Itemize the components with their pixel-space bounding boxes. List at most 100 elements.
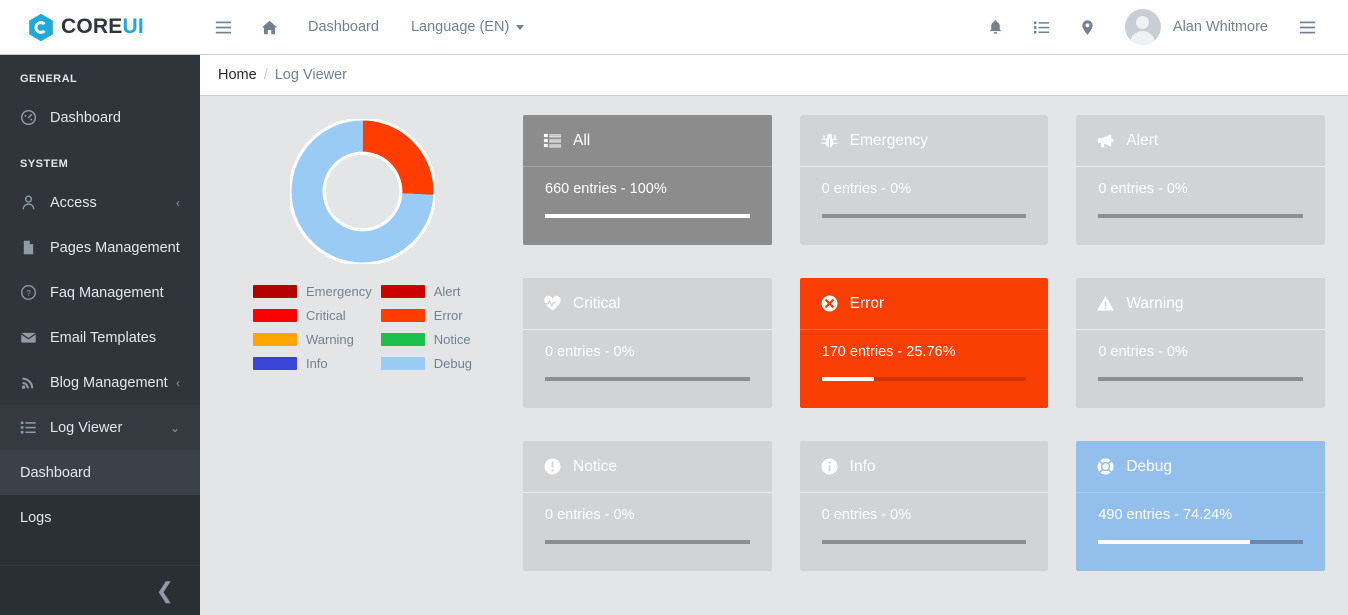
sidebar-item-dashboard[interactable]: Dashboard <box>0 95 200 140</box>
legend-swatch-debug <box>380 357 425 370</box>
card-emergency-entries: 0 entries - 0% <box>821 181 912 197</box>
card-all-label: All <box>573 131 591 149</box>
breadcrumb: Home / Log Viewer <box>200 55 1348 96</box>
card-debug-entries: 490 entries - 74.24% <box>1098 507 1233 523</box>
card-alert-label: Alert <box>1126 131 1159 149</box>
card-info-progress <box>821 540 1027 544</box>
card-info-header: Info <box>799 441 1049 493</box>
app-header: COREUI Dashboard Language (EN) Alan Whit… <box>0 0 1348 55</box>
sidebar-toggle-button[interactable] <box>200 0 246 55</box>
breadcrumb-current: Log Viewer <box>274 67 347 83</box>
brand-logo[interactable]: COREUI <box>0 0 200 55</box>
chevron-down-icon <box>516 24 525 30</box>
location-button[interactable] <box>1065 0 1111 55</box>
aside-toggle-button[interactable] <box>1284 0 1330 55</box>
nav-link-language[interactable]: Language (EN) <box>395 0 540 55</box>
card-warning-entries: 0 entries - 0% <box>1098 344 1188 360</box>
card-critical-header: Critical <box>523 278 772 330</box>
card-critical[interactable]: Critical 0 entries - 0% <box>523 278 772 408</box>
speedometer-icon <box>20 109 38 126</box>
card-debug[interactable]: Debug 490 entries - 74.24% <box>1076 441 1325 571</box>
legend-swatch-error <box>380 309 425 322</box>
sidebar: GENERAL Dashboard SYSTEM Access ‹ Pages … <box>0 55 200 615</box>
user-icon <box>20 194 38 211</box>
card-emergency-label: Emergency <box>849 131 929 149</box>
legend-swatch-warning <box>252 333 297 346</box>
sidebar-subitem-dashboard[interactable]: Dashboard <box>0 450 200 495</box>
envelope-icon <box>20 329 38 346</box>
card-notice[interactable]: Notice 0 entries - 0% <box>523 441 772 571</box>
exclamation-circle-icon <box>543 457 562 476</box>
sidebar-item-email-templates[interactable]: Email Templates <box>0 315 200 360</box>
page-content: Emergency Alert Critical Error Warning N… <box>200 96 1348 615</box>
card-error[interactable]: Error 170 entries - 25.76% <box>799 278 1049 408</box>
sidebar-minimizer-button[interactable]: ❮ <box>0 565 200 615</box>
card-info[interactable]: Info 0 entries - 0% <box>799 441 1049 571</box>
chevron-left-icon: ‹ <box>176 195 180 210</box>
avatar-head-shape <box>1136 16 1150 29</box>
card-all[interactable]: All 660 entries - 100% <box>523 115 772 245</box>
sidebar-item-log-viewer[interactable]: Log Viewer ⌄ <box>0 405 200 450</box>
chart-legend: Emergency Alert Critical Error Warning N… <box>252 284 472 371</box>
chevron-down-icon: ⌄ <box>169 420 180 435</box>
info-circle-icon <box>820 457 839 476</box>
log-level-cards-grid: All 660 entries - 100% Emergency 0 entri… <box>510 111 1333 600</box>
card-emergency[interactable]: Emergency 0 entries - 0% <box>799 115 1049 245</box>
sidebar-subitem-logs-label: Logs <box>20 509 52 526</box>
card-error-progress-bar <box>821 377 875 381</box>
card-alert-progress <box>1098 214 1303 218</box>
card-emergency-body: 0 entries - 0% <box>800 167 1049 245</box>
sidebar-item-blog-management-label: Blog Management <box>50 374 168 391</box>
legend-label-warning: Warning <box>305 332 354 347</box>
card-all-header: All <box>523 115 772 167</box>
sidebar-subitem-logs[interactable]: Logs <box>0 495 200 540</box>
card-alert-header: Alert <box>1076 115 1325 167</box>
log-levels-chart-panel: Emergency Alert Critical Error Warning N… <box>215 111 510 600</box>
notifications-button[interactable] <box>973 0 1019 55</box>
brand-name-core: CORE <box>61 15 123 38</box>
legend-swatch-critical <box>252 309 297 322</box>
card-error-entries: 170 entries - 25.76% <box>821 344 956 360</box>
sidebar-item-access-label: Access <box>50 194 97 211</box>
avatar[interactable] <box>1124 9 1161 45</box>
legend-label-alert: Alert <box>433 284 461 299</box>
sidebar-submenu-filler <box>0 540 200 565</box>
list-icon <box>543 131 562 150</box>
bullhorn-icon <box>1096 131 1115 150</box>
card-critical-entries: 0 entries - 0% <box>545 344 635 360</box>
nav-link-language-label: Language (EN) <box>410 19 510 35</box>
breadcrumb-home[interactable]: Home <box>218 67 257 83</box>
sidebar-item-dashboard-label: Dashboard <box>50 109 121 126</box>
card-warning-label: Warning <box>1126 294 1184 312</box>
card-notice-label: Notice <box>573 457 617 475</box>
sidebar-item-faq-management[interactable]: ? Faq Management <box>0 270 200 315</box>
card-debug-label: Debug <box>1126 457 1173 475</box>
legend-swatch-notice <box>380 333 425 346</box>
user-name-label[interactable]: Alan Whitmore <box>1173 19 1268 35</box>
card-warning-body: 0 entries - 0% <box>1076 330 1325 408</box>
card-notice-progress <box>545 540 750 544</box>
card-alert[interactable]: Alert 0 entries - 0% <box>1076 115 1325 245</box>
home-button[interactable] <box>246 0 292 55</box>
tasks-list-button[interactable] <box>1019 0 1065 55</box>
card-notice-body: 0 entries - 0% <box>523 493 772 571</box>
card-alert-body: 0 entries - 0% <box>1076 167 1325 245</box>
brand-name-ui: UI <box>122 15 144 38</box>
list-icon <box>20 419 38 436</box>
card-info-body: 0 entries - 0% <box>800 493 1049 571</box>
card-all-progress-bar <box>545 214 750 218</box>
sidebar-subitem-dashboard-label: Dashboard <box>20 464 91 481</box>
legend-label-error: Error <box>433 308 463 323</box>
nav-link-dashboard[interactable]: Dashboard <box>292 0 395 55</box>
file-icon <box>20 239 38 256</box>
bug-icon <box>820 131 839 150</box>
legend-label-emergency: Emergency <box>305 284 372 299</box>
card-warning[interactable]: Warning 0 entries - 0% <box>1076 278 1325 408</box>
sidebar-item-blog-management[interactable]: Blog Management ‹ <box>0 360 200 405</box>
sidebar-item-access[interactable]: Access ‹ <box>0 180 200 225</box>
sidebar-item-pages-management[interactable]: Pages Management <box>0 225 200 270</box>
card-all-body: 660 entries - 100% <box>523 167 772 245</box>
warning-triangle-icon <box>1096 294 1115 313</box>
chevron-left-icon: ‹ <box>176 375 180 390</box>
bell-icon <box>990 19 1002 34</box>
